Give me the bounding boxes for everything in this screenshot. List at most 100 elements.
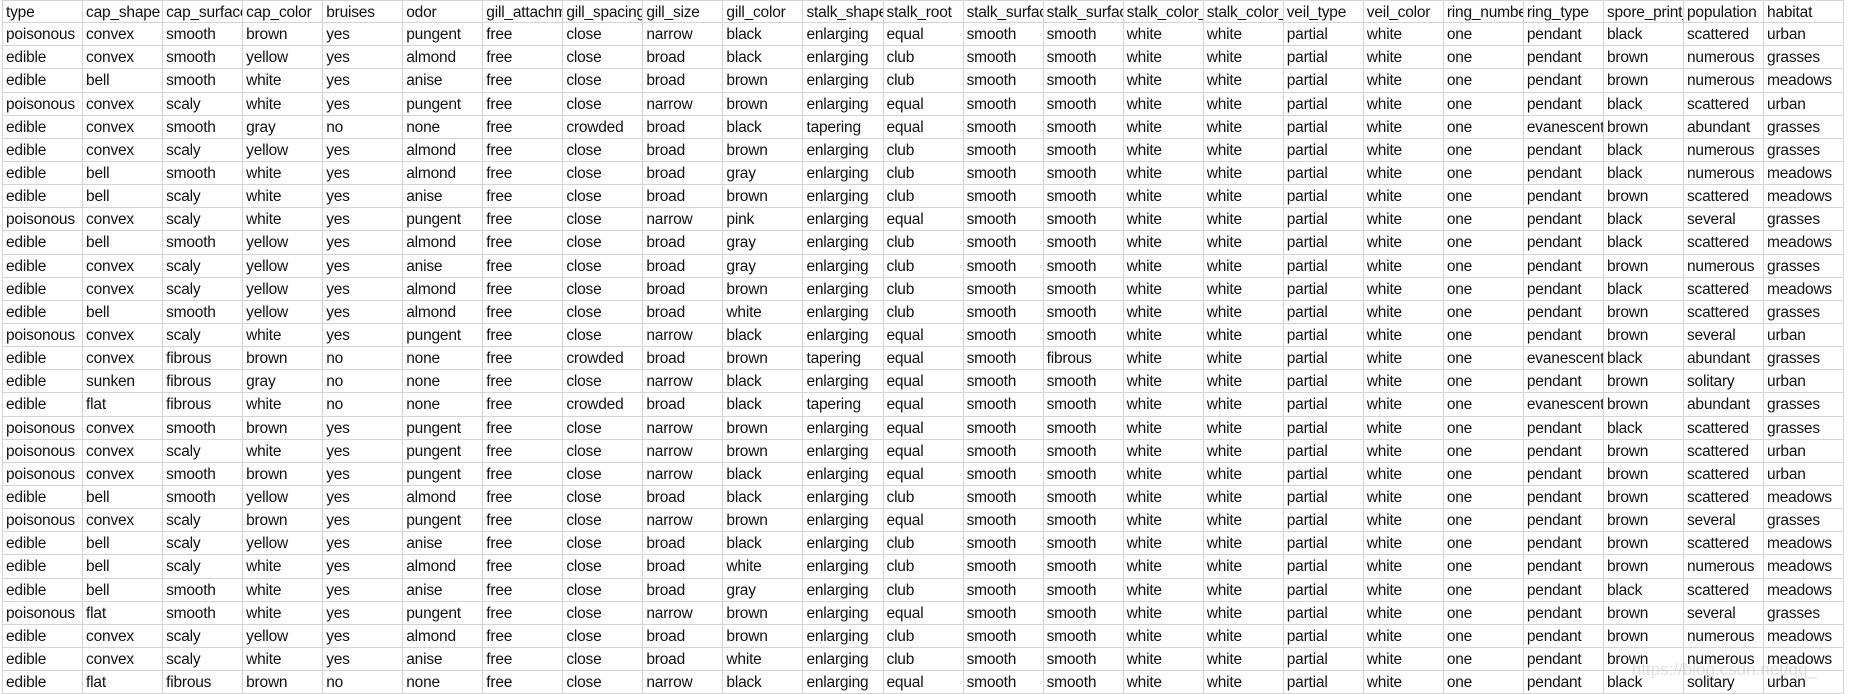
cell-stalk-surface-above-ring[interactable]: smooth — [963, 578, 1044, 602]
cell-habitat[interactable]: grasses — [1764, 208, 1845, 232]
cell-spore-print-color[interactable]: black — [1603, 277, 1684, 301]
cell-type[interactable]: edible — [3, 46, 84, 70]
cell-stalk-root[interactable]: equal — [883, 347, 964, 371]
cell-veil-type[interactable]: partial — [1283, 509, 1364, 533]
cell-stalk-color-above-ring[interactable]: white — [1123, 92, 1204, 116]
cell-spore-print-color[interactable]: brown — [1603, 485, 1684, 510]
column-header-population[interactable]: population — [1683, 0, 1765, 24]
cell-gill-color[interactable]: brown — [723, 439, 804, 463]
cell-gill-spacing[interactable]: close — [563, 185, 644, 209]
cell-odor[interactable]: anise — [403, 185, 484, 209]
cell-stalk-shape[interactable]: enlarging — [803, 92, 884, 116]
cell-ring-type[interactable]: pendant — [1523, 185, 1604, 209]
cell-ring-number[interactable]: one — [1443, 624, 1524, 648]
cell-habitat[interactable]: urban — [1764, 462, 1845, 486]
column-header-gill-attachment[interactable]: gill_attachment — [483, 0, 564, 24]
cell-gill-attachment[interactable]: free — [483, 601, 564, 625]
cell-veil-type[interactable]: partial — [1283, 624, 1364, 648]
cell-gill-spacing[interactable]: close — [563, 69, 644, 93]
cell-stalk-surface-below-ring[interactable]: smooth — [1043, 601, 1124, 625]
cell-stalk-root[interactable]: equal — [883, 323, 964, 348]
cell-odor[interactable]: almond — [403, 138, 484, 162]
cell-population[interactable]: scattered — [1683, 92, 1765, 116]
cell-bruises[interactable]: yes — [323, 161, 404, 186]
cell-cap-shape[interactable]: sunken — [83, 370, 164, 394]
cell-stalk-root[interactable]: club — [883, 69, 964, 93]
cell-veil-color[interactable]: white — [1363, 647, 1444, 672]
cell-veil-type[interactable]: partial — [1283, 532, 1364, 556]
cell-gill-attachment[interactable]: free — [483, 347, 564, 371]
cell-cap-color[interactable]: white — [243, 578, 324, 602]
cell-odor[interactable]: none — [403, 115, 484, 139]
cell-veil-type[interactable]: partial — [1283, 462, 1364, 486]
cell-habitat[interactable]: grasses — [1764, 509, 1845, 533]
cell-stalk-color-above-ring[interactable]: white — [1123, 231, 1204, 255]
cell-stalk-surface-above-ring[interactable]: smooth — [963, 555, 1044, 579]
cell-population[interactable]: scattered — [1683, 439, 1765, 463]
cell-odor[interactable]: almond — [403, 161, 484, 186]
cell-gill-size[interactable]: broad — [643, 46, 724, 70]
cell-gill-size[interactable]: broad — [643, 647, 724, 672]
cell-bruises[interactable]: no — [323, 347, 404, 371]
cell-habitat[interactable]: meadows — [1764, 485, 1845, 510]
cell-spore-print-color[interactable]: brown — [1603, 69, 1684, 93]
cell-stalk-color-below-ring[interactable]: white — [1203, 647, 1284, 672]
cell-gill-attachment[interactable]: free — [483, 370, 564, 394]
cell-odor[interactable]: almond — [403, 277, 484, 301]
cell-spore-print-color[interactable]: black — [1603, 231, 1684, 255]
cell-stalk-shape[interactable]: enlarging — [803, 300, 884, 324]
cell-ring-number[interactable]: one — [1443, 254, 1524, 278]
cell-veil-type[interactable]: partial — [1283, 370, 1364, 394]
cell-gill-size[interactable]: narrow — [643, 416, 724, 440]
cell-ring-number[interactable]: one — [1443, 231, 1524, 255]
cell-veil-type[interactable]: partial — [1283, 300, 1364, 324]
cell-gill-spacing[interactable]: close — [563, 671, 644, 694]
cell-ring-type[interactable]: pendant — [1523, 231, 1604, 255]
cell-population[interactable]: solitary — [1683, 671, 1765, 694]
cell-cap-surface[interactable]: smooth — [163, 115, 244, 139]
cell-stalk-root[interactable]: club — [883, 277, 964, 301]
cell-gill-color[interactable]: white — [723, 300, 804, 324]
cell-population[interactable]: numerous — [1683, 161, 1765, 186]
cell-ring-number[interactable]: one — [1443, 115, 1524, 139]
cell-veil-color[interactable]: white — [1363, 393, 1444, 417]
cell-veil-type[interactable]: partial — [1283, 231, 1364, 255]
cell-stalk-shape[interactable]: enlarging — [803, 46, 884, 70]
cell-cap-shape[interactable]: bell — [83, 532, 164, 556]
cell-veil-type[interactable]: partial — [1283, 439, 1364, 463]
cell-cap-surface[interactable]: scaly — [163, 92, 244, 116]
cell-stalk-surface-below-ring[interactable]: smooth — [1043, 323, 1124, 348]
cell-gill-spacing[interactable]: close — [563, 323, 644, 348]
cell-bruises[interactable]: yes — [323, 23, 404, 47]
cell-bruises[interactable]: yes — [323, 462, 404, 486]
cell-cap-surface[interactable]: smooth — [163, 46, 244, 70]
cell-cap-shape[interactable]: bell — [83, 69, 164, 93]
column-header-odor[interactable]: odor — [403, 0, 484, 24]
cell-spore-print-color[interactable]: brown — [1603, 300, 1684, 324]
cell-stalk-root[interactable]: equal — [883, 509, 964, 533]
cell-stalk-color-above-ring[interactable]: white — [1123, 555, 1204, 579]
cell-gill-attachment[interactable]: free — [483, 647, 564, 672]
column-header-gill-color[interactable]: gill_color — [723, 0, 804, 24]
cell-stalk-color-below-ring[interactable]: white — [1203, 578, 1284, 602]
cell-stalk-shape[interactable]: enlarging — [803, 23, 884, 47]
cell-spore-print-color[interactable]: black — [1603, 138, 1684, 162]
cell-type[interactable]: edible — [3, 138, 84, 162]
cell-spore-print-color[interactable]: brown — [1603, 370, 1684, 394]
cell-stalk-root[interactable]: equal — [883, 208, 964, 232]
cell-type[interactable]: poisonous — [3, 23, 84, 47]
cell-stalk-surface-above-ring[interactable]: smooth — [963, 393, 1044, 417]
cell-veil-color[interactable]: white — [1363, 69, 1444, 93]
cell-gill-size[interactable]: narrow — [643, 92, 724, 116]
cell-cap-surface[interactable]: scaly — [163, 208, 244, 232]
cell-bruises[interactable]: yes — [323, 578, 404, 602]
cell-ring-type[interactable]: pendant — [1523, 370, 1604, 394]
cell-type[interactable]: edible — [3, 485, 84, 510]
cell-stalk-surface-below-ring[interactable]: smooth — [1043, 231, 1124, 255]
cell-odor[interactable]: pungent — [403, 462, 484, 486]
column-header-habitat[interactable]: habitat — [1764, 0, 1845, 24]
cell-stalk-color-below-ring[interactable]: white — [1203, 300, 1284, 324]
cell-odor[interactable]: anise — [403, 578, 484, 602]
cell-gill-color[interactable]: pink — [723, 208, 804, 232]
cell-cap-surface[interactable]: smooth — [163, 69, 244, 93]
